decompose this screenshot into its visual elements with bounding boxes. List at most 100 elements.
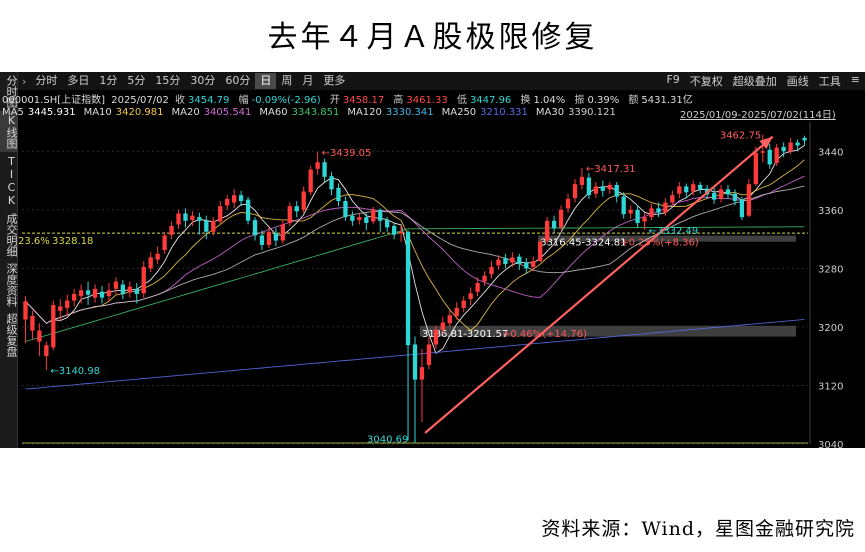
candle-body	[475, 283, 480, 292]
candle-body	[120, 284, 126, 294]
gap-range-label: 3316.45-3324.81	[540, 238, 626, 249]
candle-body	[294, 206, 299, 212]
candle-body	[691, 184, 696, 192]
candle-body	[677, 186, 682, 194]
candle-body	[169, 225, 174, 235]
candle-body	[795, 142, 800, 146]
candle-body	[85, 290, 91, 295]
candle-body	[684, 186, 689, 193]
candle-body	[197, 217, 202, 221]
candle-body	[454, 307, 459, 316]
candle-body	[419, 367, 425, 380]
candle-body	[273, 233, 279, 241]
candle-body	[426, 344, 432, 365]
candle-body	[391, 225, 397, 235]
candle-body	[280, 224, 285, 241]
candle-body	[433, 329, 439, 345]
candle-body	[711, 192, 717, 200]
price-annotation: 3462.75	[720, 131, 761, 142]
candle-body	[343, 201, 348, 218]
candle-body	[385, 220, 390, 228]
candle-body	[336, 187, 341, 202]
candle-body	[538, 241, 543, 262]
candle-body	[58, 306, 63, 311]
gap-change-label: +0.25%(+8.36)	[620, 238, 699, 249]
candle-body	[412, 344, 418, 380]
candle-body	[106, 290, 112, 297]
candle-body	[517, 256, 522, 264]
candle-body	[322, 162, 327, 177]
candle-body	[218, 206, 223, 222]
candle-body	[663, 202, 668, 213]
candle-body	[489, 266, 494, 275]
candle-body	[698, 184, 703, 190]
candle-body	[718, 189, 724, 199]
candle-body	[190, 215, 195, 221]
candle-body	[565, 198, 571, 209]
candle-body	[788, 142, 793, 152]
candle-body	[572, 184, 578, 199]
price-annotation: ←3417.31	[586, 164, 636, 175]
candle-body	[628, 209, 633, 214]
ma-line-ma20	[25, 175, 805, 324]
candle-body	[739, 199, 745, 218]
candle-body	[607, 184, 612, 190]
candle-body	[329, 176, 334, 190]
chart-terminal: 分时图 K线图 TICK 成交明细 深度资料 超级复盘 › 分时 多日 1分 5分 15分 30分 6…	[0, 72, 865, 448]
candle-body	[315, 162, 320, 169]
candle-body	[99, 291, 105, 298]
candle-body	[225, 198, 230, 206]
candle-body	[503, 258, 508, 264]
candle-body	[51, 304, 56, 348]
price-annotation: ←3332.49	[649, 226, 699, 237]
candle-body	[30, 315, 35, 331]
candle-body	[211, 220, 216, 232]
fib-pct-label: 23.6%	[18, 236, 50, 247]
candle-body	[440, 322, 445, 330]
candle-body	[635, 209, 640, 223]
candle-body	[531, 261, 536, 267]
candle-body	[134, 288, 139, 294]
candle-body	[746, 184, 752, 216]
candle-body	[113, 281, 119, 289]
candle-body	[371, 209, 376, 222]
candle-body	[781, 146, 786, 152]
candle-body	[148, 257, 153, 269]
candle-body	[183, 213, 188, 221]
candle-body	[461, 300, 466, 308]
candle-body	[308, 169, 313, 193]
candle-body	[23, 301, 28, 320]
candlestick-chart[interactable]: 3040 3120 3200 3280 3360 3440 23.6% 3328.18 3316…	[0, 72, 865, 448]
candle-body	[496, 259, 501, 266]
page-title: 去年４月Ａ股极限修复	[267, 20, 598, 55]
y-tick-label: 3120	[818, 381, 843, 392]
candle-body	[162, 235, 167, 251]
candle-body	[364, 217, 369, 223]
candle-body	[155, 253, 160, 260]
candle-body	[642, 217, 647, 222]
candle-body	[586, 177, 592, 196]
candle-body	[753, 152, 758, 185]
candle-body	[482, 275, 487, 282]
candle-body	[204, 220, 209, 232]
candle-body	[802, 137, 807, 141]
source-note: 资料来源：Wind，星图金融研究院	[541, 518, 855, 540]
candle-body	[774, 147, 779, 163]
y-tick-label: 3040	[818, 440, 843, 448]
candle-body	[78, 290, 84, 297]
candle-body	[127, 286, 132, 293]
price-annotation: ←3439.05	[322, 148, 372, 159]
candle-body	[551, 220, 557, 229]
candle-body	[231, 195, 237, 203]
candle-body	[245, 199, 251, 221]
candle-body	[621, 196, 626, 215]
candle-body	[593, 186, 599, 194]
candle-body	[238, 195, 244, 202]
candle-body	[357, 217, 362, 221]
candle-body	[259, 235, 265, 245]
candle-body	[287, 206, 292, 223]
ma-line-ma5	[25, 145, 805, 354]
candle-body	[545, 220, 550, 241]
price-annotation: ←3140.98	[50, 366, 100, 377]
candle-body	[579, 176, 585, 185]
